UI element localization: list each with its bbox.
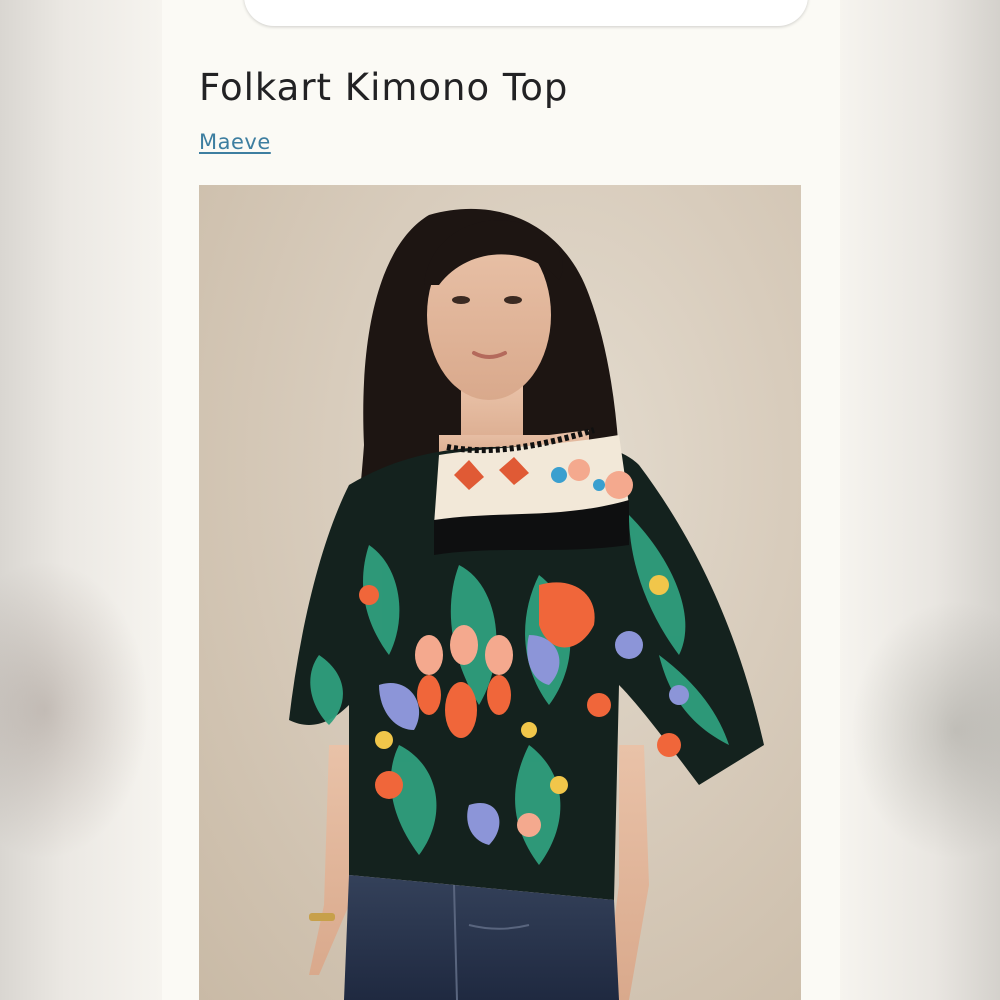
product-title: Folkart Kimono Top	[199, 66, 569, 109]
blurred-left-background	[0, 0, 162, 1000]
product-image[interactable]	[199, 185, 801, 1000]
brand-link[interactable]: Maeve	[199, 130, 271, 154]
blurred-right-background	[838, 0, 1000, 1000]
product-photo-illustration	[289, 208, 764, 1000]
product-page: Folkart Kimono Top Maeve	[162, 0, 840, 1000]
search-bar[interactable]	[244, 0, 808, 26]
